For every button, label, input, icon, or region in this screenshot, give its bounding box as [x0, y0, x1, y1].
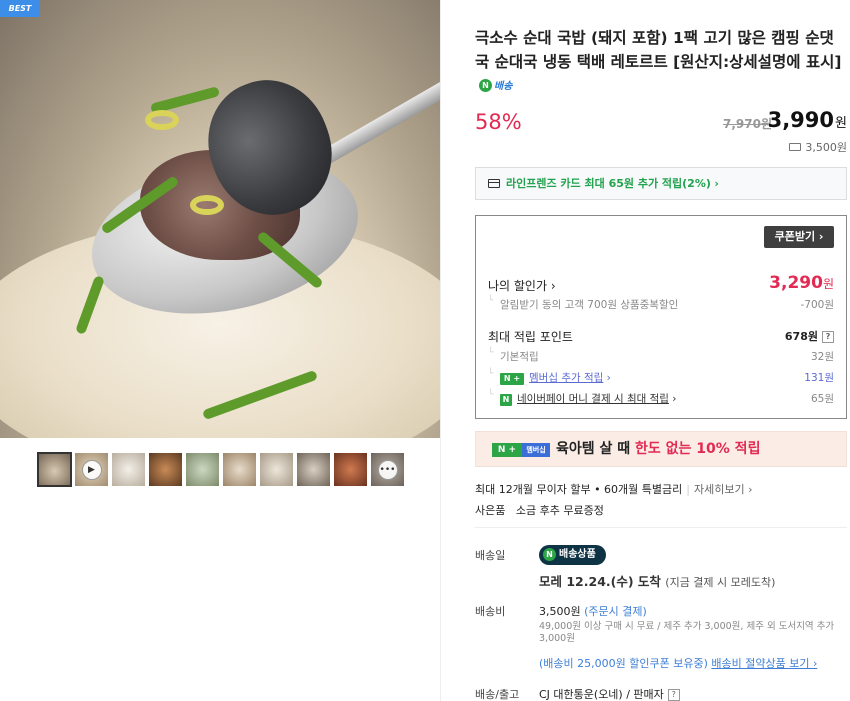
base-points-label: 기본적립: [488, 348, 539, 364]
more-icon: •••: [377, 459, 398, 480]
installment-detail-link[interactable]: 자세히보기 ›: [694, 483, 753, 496]
sale-price: 3,990원: [768, 108, 847, 132]
get-coupon-button[interactable]: 쿠폰받기 ›: [764, 226, 834, 248]
membership-icon: 멤버십: [522, 443, 550, 457]
card-benefit-arrow: ›: [714, 177, 719, 190]
product-title: 극소수 순대 국밥 (돼지 포함) 1팩 고기 많은 캠핑 순댓국 순대국 냉동…: [475, 26, 847, 99]
thumbnail-8[interactable]: [297, 453, 330, 486]
alert-discount-label: 알림받기 동의 고객 700원 상품중복할인: [488, 296, 678, 312]
thumbnail-1[interactable]: [37, 452, 72, 487]
arrival-info: 모레 12.24.(수) 도착 (지금 결제 시 모레도착): [539, 571, 775, 590]
sale-price-unit: 원: [835, 116, 847, 131]
play-icon: ▶: [81, 459, 102, 480]
npay-delivery-tag: N 배송: [479, 75, 512, 99]
npay-money-value: 65원: [810, 393, 834, 405]
gift-value: 소금 후추 무료증정: [515, 504, 604, 517]
thumbnail-video[interactable]: ▶: [75, 453, 108, 486]
installment-text: 최대 12개월 무이자 할부 • 60개월 특별금리: [475, 483, 683, 496]
thumbnail-5[interactable]: [186, 453, 219, 486]
courier-label: 배송/출고: [475, 688, 520, 701]
naver-n-icon: N: [543, 548, 556, 561]
my-price: 3,290원: [769, 273, 834, 293]
membership-points-value: 131원: [804, 372, 834, 384]
arrival-note: (지금 결제 시 모레도착): [665, 576, 776, 589]
shipping-fee-text: 3,500원: [805, 141, 847, 154]
my-price-label[interactable]: 나의 할인가 ›: [488, 277, 556, 294]
membership-points[interactable]: N + 멤버십 추가 적립 ›: [488, 369, 611, 385]
best-badge: BEST: [0, 0, 40, 17]
membership-points-label[interactable]: 멤버십 추가 적립: [529, 372, 603, 384]
membership-arrow: ›: [606, 372, 611, 384]
npay-money-points[interactable]: N 네이버페이 머니 결제 시 최대 적립 ›: [488, 390, 677, 406]
max-points-label: 최대 적립 포인트: [488, 330, 573, 344]
credit-card-icon: [488, 179, 500, 188]
thumbnail-9[interactable]: [334, 453, 367, 486]
my-price-value: 3,290: [769, 273, 823, 293]
gift-label: 사은품: [475, 504, 506, 517]
courier: CJ 대한통운(오네) / 판매자?: [539, 686, 680, 701]
column-divider: [440, 0, 441, 701]
shipping-fee-summary: 3,500원: [789, 139, 847, 155]
base-points-value: 32원: [810, 351, 834, 363]
my-price-unit: 원: [822, 277, 834, 291]
card-benefit-text: 라인프렌즈 카드 최대 65원 추가 적립(2%): [506, 177, 711, 190]
alert-discount-value: -700원: [800, 299, 835, 311]
truck-icon: [789, 143, 802, 151]
shipping-fee-label: 배송비: [475, 605, 506, 618]
shipping-fee-detail: 49,000원 이상 구매 시 무료 / 제주 추가 3,000원, 제주 외 …: [539, 621, 835, 644]
npay-delivery-badge-label: 배송상품: [559, 549, 596, 560]
original-price: 7,970원: [723, 117, 772, 131]
courier-value: CJ 대한통운(오네) / 판매자: [539, 688, 664, 701]
promo-highlight: 한도 없는 10% 적립: [635, 441, 761, 457]
shipping-coupon-row: (배송비 25,000원 할인쿠폰 보유중) 배송비 절약상품 보기 ›: [539, 655, 817, 671]
naver-plus-icon: N +: [492, 443, 522, 457]
thumbnail-more[interactable]: •••: [371, 453, 404, 486]
thumbnail-strip: ▶ •••: [37, 452, 404, 487]
sale-price-value: 3,990: [767, 108, 835, 132]
separator: |: [686, 483, 690, 496]
max-points: 678원?: [785, 328, 834, 344]
npay-money-arrow: ›: [672, 393, 677, 405]
npay-delivery-label: 배송: [494, 81, 513, 92]
product-title-text: 극소수 순대 국밥 (돼지 포함) 1팩 고기 많은 캠핑 순댓국 순대국 냉동…: [475, 29, 842, 71]
npay-delivery-badge: N 배송상품: [539, 545, 606, 565]
pepper-slice: [145, 110, 179, 130]
arrival-date: 모레 12.24.(수) 도착: [539, 574, 661, 589]
promo-text: 육아템 살 때: [556, 441, 631, 457]
shipping-saving-link[interactable]: 배송비 절약상품 보기 ›: [711, 657, 817, 670]
thumbnail-6[interactable]: [223, 453, 256, 486]
naver-n-icon: N: [479, 79, 492, 92]
shipping-fee-note: (주문시 결제): [584, 605, 647, 618]
shipping-fee-value: 3,500원: [539, 605, 581, 618]
card-benefit-bar[interactable]: 라인프렌즈 카드 최대 65원 추가 적립(2%) ›: [475, 167, 847, 200]
max-points-value: 678원: [784, 330, 818, 343]
thumbnail-7[interactable]: [260, 453, 293, 486]
installment-row: 최대 12개월 무이자 할부 • 60개월 특별금리 | 자세히보기 ›: [475, 481, 752, 497]
thumbnail-3[interactable]: [112, 453, 145, 486]
npay-money-label[interactable]: 네이버페이 머니 결제 시 최대 적립: [517, 393, 669, 405]
membership-promo-banner[interactable]: N + 멤버십 육아템 살 때 한도 없는 10% 적립: [475, 431, 847, 467]
help-icon[interactable]: ?: [822, 331, 834, 343]
shipping-fee: 3,500원 (주문시 결제): [539, 603, 647, 619]
discount-rate: 58%: [475, 110, 522, 134]
delivery-date-label: 배송일: [475, 549, 506, 562]
help-icon[interactable]: ?: [667, 689, 680, 701]
benefit-box: 쿠폰받기 › 나의 할인가 › 3,290원 알림받기 동의 고객 700원 상…: [475, 215, 847, 419]
npay-delivery-badge-pill: N 배송상품: [539, 545, 606, 565]
product-main-image: BEST: [0, 0, 440, 438]
section-divider: [475, 527, 847, 528]
shipping-coupon-note: (배송비 25,000원 할인쿠폰 보유중): [539, 657, 708, 670]
naver-plus-icon: N +: [500, 373, 524, 385]
pepper-slice: [190, 195, 224, 215]
gift-row: 사은품 소금 후추 무료증정: [475, 502, 604, 518]
npay-icon: N: [500, 394, 512, 406]
thumbnail-4[interactable]: [149, 453, 182, 486]
